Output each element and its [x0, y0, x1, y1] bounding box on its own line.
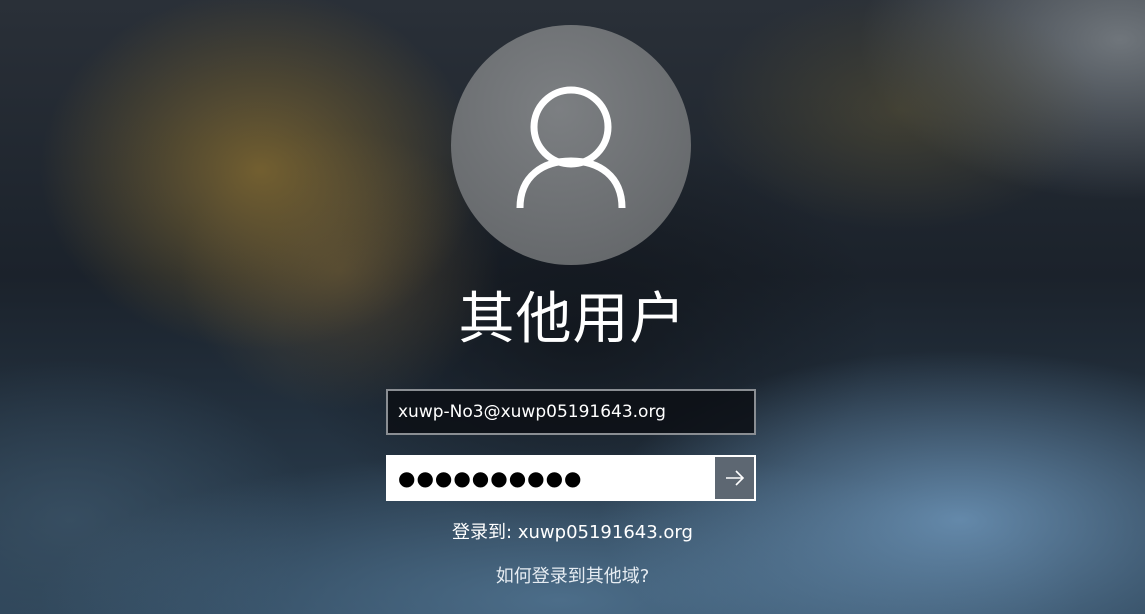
submit-button[interactable] [715, 457, 754, 499]
username-input[interactable] [388, 391, 754, 433]
password-field-box[interactable] [386, 455, 756, 501]
arrow-right-icon [725, 470, 744, 486]
other-domain-link[interactable]: 如何登录到其他域? [0, 564, 1145, 590]
sign-in-label: 登录到: [452, 522, 513, 543]
user-silhouette-icon [516, 86, 626, 209]
sign-in-domain-value: xuwp05191643.org [517, 522, 693, 543]
user-avatar [451, 25, 691, 265]
sign-in-domain: 登录到: xuwp05191643.org [0, 520, 1145, 546]
password-input[interactable] [388, 457, 715, 499]
username-field-box[interactable] [386, 389, 756, 435]
user-display-name: 其他用户 [458, 287, 687, 352]
